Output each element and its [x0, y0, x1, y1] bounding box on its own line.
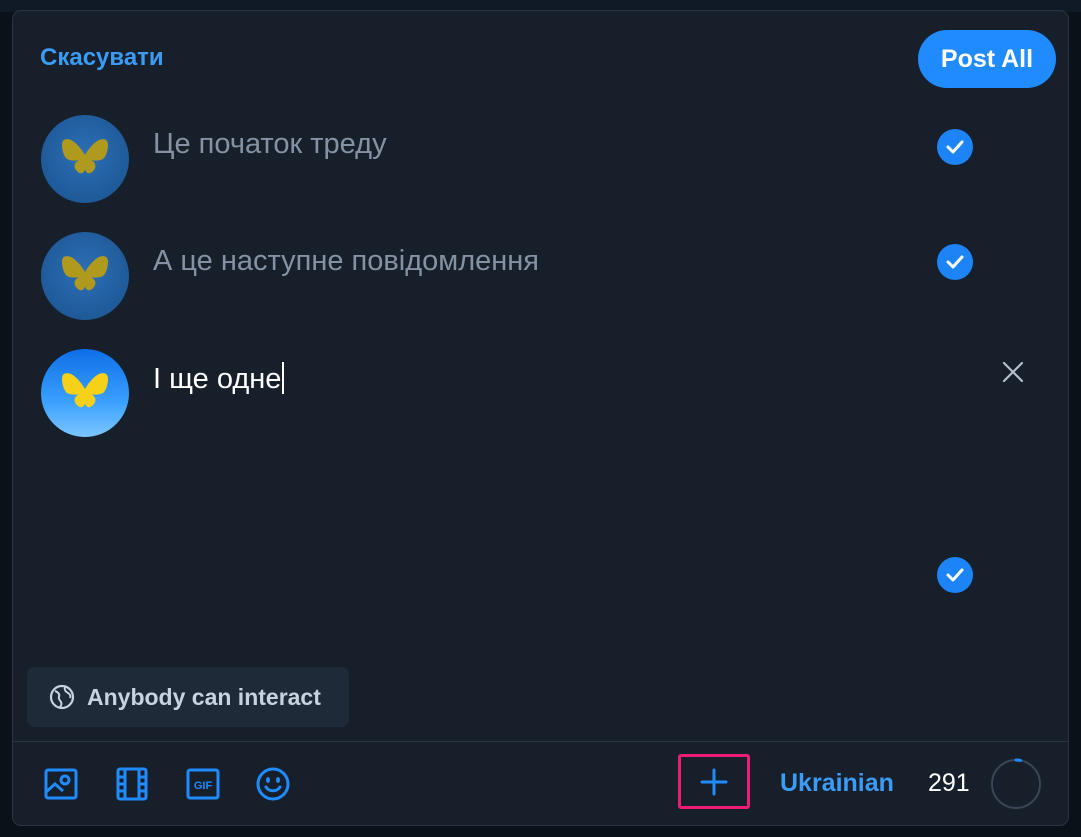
add-post-icon [700, 768, 728, 795]
composer-dialog: Скасувати Post All Це початок треду А це… [12, 10, 1069, 826]
avatar [41, 349, 129, 437]
post-editor-text: І ще одне [153, 363, 282, 395]
post-editor[interactable]: І ще одне [153, 362, 285, 396]
interaction-settings-label: Anybody can interact [87, 683, 321, 710]
check-icon [937, 244, 973, 280]
image-icon[interactable] [41, 764, 81, 804]
cancel-button[interactable]: Скасувати [40, 44, 164, 72]
thread-post-2[interactable]: А це наступне повідомлення [13, 232, 1070, 322]
close-icon[interactable] [998, 357, 1028, 387]
butterfly-icon [62, 256, 108, 291]
character-count: 291 [928, 769, 970, 797]
butterfly-icon [62, 139, 108, 174]
language-selector[interactable]: Ukrainian [780, 769, 894, 798]
avatar [41, 115, 129, 203]
check-icon [937, 129, 973, 165]
interaction-settings-button[interactable]: Anybody can interact [27, 667, 349, 727]
thread-post-3[interactable]: І ще одне [13, 349, 1070, 439]
add-post-button[interactable] [678, 754, 750, 809]
check-icon [937, 557, 973, 593]
globe-icon [49, 684, 75, 710]
post-text[interactable]: Це початок треду [153, 128, 387, 161]
text-caret [282, 362, 285, 394]
toolbar-divider [13, 741, 1068, 742]
avatar [41, 232, 129, 320]
butterfly-icon [62, 373, 108, 408]
gif-icon[interactable]: GIF [183, 764, 223, 804]
thread-post-1[interactable]: Це початок треду [13, 115, 1070, 205]
post-text[interactable]: А це наступне повідомлення [153, 245, 539, 278]
character-progress-ring [991, 758, 1041, 809]
svg-text:GIF: GIF [194, 780, 213, 792]
post-all-button[interactable]: Post All [918, 30, 1056, 88]
emoji-icon[interactable] [253, 764, 293, 804]
video-icon[interactable] [112, 764, 152, 804]
